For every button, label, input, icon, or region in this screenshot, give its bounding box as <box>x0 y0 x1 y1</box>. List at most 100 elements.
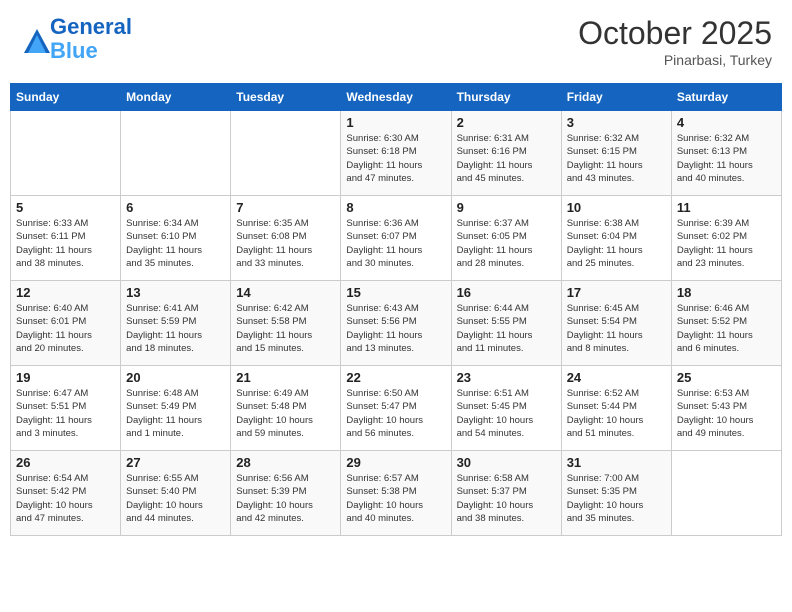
weekday-header-wednesday: Wednesday <box>341 84 451 111</box>
calendar-cell: 6 Sunrise: 6:34 AMSunset: 6:10 PMDaylight… <box>121 196 231 281</box>
calendar-cell <box>231 111 341 196</box>
calendar-cell: 4Sunrise: 6:32 AMSunset: 6:13 PMDaylight… <box>671 111 781 196</box>
day-number: 6 <box>126 200 225 215</box>
day-info: Sunrise: 6:38 AMSunset: 6:04 PMDaylight:… <box>567 217 666 270</box>
day-number: 14 <box>236 285 335 300</box>
day-info: Sunrise: 6:40 AMSunset: 6:01 PMDaylight:… <box>16 302 115 355</box>
day-info: Sunrise: 6:54 AMSunset: 5:42 PMDaylight:… <box>16 472 115 525</box>
day-info: Sunrise: 6:57 AMSunset: 5:38 PMDaylight:… <box>346 472 445 525</box>
day-number: 29 <box>346 455 445 470</box>
calendar-cell: 10Sunrise: 6:38 AMSunset: 6:04 PMDayligh… <box>561 196 671 281</box>
day-info: Sunrise: 6:44 AMSunset: 5:55 PMDaylight:… <box>457 302 556 355</box>
calendar-week-5: 26Sunrise: 6:54 AMSunset: 5:42 PMDayligh… <box>11 451 782 536</box>
page-header: General Blue October 2025 Pinarbasi, Tur… <box>10 10 782 73</box>
calendar-cell: 20Sunrise: 6:48 AMSunset: 5:49 PMDayligh… <box>121 366 231 451</box>
calendar-cell: 14 Sunrise: 6:42 AMSunset: 5:58 PMDayligh… <box>231 281 341 366</box>
calendar-cell: 3Sunrise: 6:32 AMSunset: 6:15 PMDaylight… <box>561 111 671 196</box>
day-number: 9 <box>457 200 556 215</box>
day-info: Sunrise: 6:55 AMSunset: 5:40 PMDaylight:… <box>126 472 225 525</box>
day-info: Sunrise: 6:37 AMSunset: 6:05 PMDaylight:… <box>457 217 556 270</box>
day-number: 5 <box>16 200 115 215</box>
day-number: 7 <box>236 200 335 215</box>
month-title: October 2025 <box>578 15 772 52</box>
calendar-cell: 5 Sunrise: 6:33 AMSunset: 6:11 PMDaylight… <box>11 196 121 281</box>
logo: General Blue <box>20 15 132 63</box>
title-block: October 2025 Pinarbasi, Turkey <box>578 15 772 68</box>
calendar-cell: 11Sunrise: 6:39 AMSunset: 6:02 PMDayligh… <box>671 196 781 281</box>
calendar-table: SundayMondayTuesdayWednesdayThursdayFrid… <box>10 83 782 536</box>
day-number: 3 <box>567 115 666 130</box>
day-number: 21 <box>236 370 335 385</box>
day-number: 23 <box>457 370 556 385</box>
day-info: Sunrise: 6:30 AMSunset: 6:18 PMDaylight:… <box>346 132 445 185</box>
calendar-cell: 22 Sunrise: 6:50 AMSunset: 5:47 PMDayligh… <box>341 366 451 451</box>
day-number: 15 <box>346 285 445 300</box>
day-info: Sunrise: 6:41 AMSunset: 5:59 PMDaylight:… <box>126 302 225 355</box>
day-info: Sunrise: 6:49 AMSunset: 5:48 PMDaylight:… <box>236 387 335 440</box>
location-subtitle: Pinarbasi, Turkey <box>578 52 772 68</box>
calendar-cell: 7 Sunrise: 6:35 AMSunset: 6:08 PMDaylight… <box>231 196 341 281</box>
calendar-cell: 21 Sunrise: 6:49 AMSunset: 5:48 PMDayligh… <box>231 366 341 451</box>
logo-icon <box>20 25 48 53</box>
calendar-week-3: 12 Sunrise: 6:40 AMSunset: 6:01 PMDayligh… <box>11 281 782 366</box>
day-info: Sunrise: 6:35 AMSunset: 6:08 PMDaylight:… <box>236 217 335 270</box>
calendar-cell <box>11 111 121 196</box>
logo-text: General Blue <box>50 15 132 63</box>
day-number: 11 <box>677 200 776 215</box>
calendar-cell: 12 Sunrise: 6:40 AMSunset: 6:01 PMDayligh… <box>11 281 121 366</box>
day-info: Sunrise: 6:50 AMSunset: 5:47 PMDaylight:… <box>346 387 445 440</box>
calendar-cell: 30Sunrise: 6:58 AMSunset: 5:37 PMDayligh… <box>451 451 561 536</box>
weekday-header-row: SundayMondayTuesdayWednesdayThursdayFrid… <box>11 84 782 111</box>
calendar-body: 1 Sunrise: 6:30 AMSunset: 6:18 PMDaylight… <box>11 111 782 536</box>
day-info: Sunrise: 6:53 AMSunset: 5:43 PMDaylight:… <box>677 387 776 440</box>
day-info: Sunrise: 6:32 AMSunset: 6:13 PMDaylight:… <box>677 132 776 185</box>
calendar-cell: 9 Sunrise: 6:37 AMSunset: 6:05 PMDaylight… <box>451 196 561 281</box>
calendar-cell <box>671 451 781 536</box>
day-number: 27 <box>126 455 225 470</box>
day-info: Sunrise: 6:34 AMSunset: 6:10 PMDaylight:… <box>126 217 225 270</box>
day-number: 28 <box>236 455 335 470</box>
calendar-cell <box>121 111 231 196</box>
calendar-cell: 26Sunrise: 6:54 AMSunset: 5:42 PMDayligh… <box>11 451 121 536</box>
day-number: 13 <box>126 285 225 300</box>
day-number: 2 <box>457 115 556 130</box>
day-number: 19 <box>16 370 115 385</box>
day-number: 30 <box>457 455 556 470</box>
day-number: 31 <box>567 455 666 470</box>
day-info: Sunrise: 6:36 AMSunset: 6:07 PMDaylight:… <box>346 217 445 270</box>
day-number: 1 <box>346 115 445 130</box>
day-info: Sunrise: 6:48 AMSunset: 5:49 PMDaylight:… <box>126 387 225 440</box>
calendar-cell: 16 Sunrise: 6:44 AMSunset: 5:55 PMDayligh… <box>451 281 561 366</box>
day-number: 8 <box>346 200 445 215</box>
calendar-cell: 19Sunrise: 6:47 AMSunset: 5:51 PMDayligh… <box>11 366 121 451</box>
day-info: Sunrise: 6:31 AMSunset: 6:16 PMDaylight:… <box>457 132 556 185</box>
calendar-cell: 8 Sunrise: 6:36 AMSunset: 6:07 PMDaylight… <box>341 196 451 281</box>
calendar-cell: 2 Sunrise: 6:31 AMSunset: 6:16 PMDaylight… <box>451 111 561 196</box>
day-number: 16 <box>457 285 556 300</box>
day-number: 18 <box>677 285 776 300</box>
day-number: 17 <box>567 285 666 300</box>
day-info: Sunrise: 6:51 AMSunset: 5:45 PMDaylight:… <box>457 387 556 440</box>
calendar-cell: 29 Sunrise: 6:57 AMSunset: 5:38 PMDayligh… <box>341 451 451 536</box>
day-info: Sunrise: 6:43 AMSunset: 5:56 PMDaylight:… <box>346 302 445 355</box>
day-number: 24 <box>567 370 666 385</box>
calendar-cell: 15 Sunrise: 6:43 AMSunset: 5:56 PMDayligh… <box>341 281 451 366</box>
day-info: Sunrise: 6:56 AMSunset: 5:39 PMDaylight:… <box>236 472 335 525</box>
calendar-cell: 28 Sunrise: 6:56 AMSunset: 5:39 PMDayligh… <box>231 451 341 536</box>
calendar-cell: 27 Sunrise: 6:55 AMSunset: 5:40 PMDayligh… <box>121 451 231 536</box>
day-number: 12 <box>16 285 115 300</box>
day-info: Sunrise: 6:33 AMSunset: 6:11 PMDaylight:… <box>16 217 115 270</box>
day-info: Sunrise: 6:45 AMSunset: 5:54 PMDaylight:… <box>567 302 666 355</box>
day-number: 25 <box>677 370 776 385</box>
weekday-header-monday: Monday <box>121 84 231 111</box>
weekday-header-friday: Friday <box>561 84 671 111</box>
weekday-header-thursday: Thursday <box>451 84 561 111</box>
calendar-cell: 13 Sunrise: 6:41 AMSunset: 5:59 PMDayligh… <box>121 281 231 366</box>
calendar-week-2: 5 Sunrise: 6:33 AMSunset: 6:11 PMDaylight… <box>11 196 782 281</box>
calendar-cell: 17 Sunrise: 6:45 AMSunset: 5:54 PMDayligh… <box>561 281 671 366</box>
calendar-week-4: 19Sunrise: 6:47 AMSunset: 5:51 PMDayligh… <box>11 366 782 451</box>
calendar-cell: 23 Sunrise: 6:51 AMSunset: 5:45 PMDayligh… <box>451 366 561 451</box>
day-info: Sunrise: 6:42 AMSunset: 5:58 PMDaylight:… <box>236 302 335 355</box>
calendar-cell: 18Sunrise: 6:46 AMSunset: 5:52 PMDayligh… <box>671 281 781 366</box>
day-number: 22 <box>346 370 445 385</box>
